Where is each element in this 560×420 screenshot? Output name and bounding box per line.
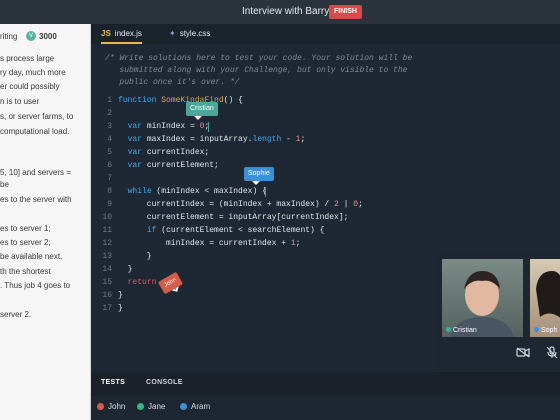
problem-panel: riting V 3000 s process large ry day, mu… bbox=[0, 24, 91, 420]
participant-jane[interactable]: Jane bbox=[137, 402, 165, 411]
problem-text-line: be available next, bbox=[0, 252, 63, 261]
problem-category: riting bbox=[0, 32, 18, 41]
cursor-flag-sophie: Sophie bbox=[244, 167, 274, 185]
window-title: Interview with Barry bbox=[242, 6, 330, 17]
line-number: 7 bbox=[107, 174, 112, 183]
problem-text-line: s, or server farms, to bbox=[0, 112, 74, 121]
camera-off-icon[interactable] bbox=[516, 347, 530, 360]
video-name-label: Cristian bbox=[446, 327, 477, 334]
css-icon: ✦ bbox=[169, 29, 176, 38]
video-tile-cristian[interactable]: Cristian bbox=[442, 259, 523, 337]
problem-text-line: . Thus job 4 goes to bbox=[0, 281, 71, 290]
tab-index-js[interactable]: JS index.js bbox=[101, 24, 142, 44]
tab-label: style.css bbox=[179, 29, 211, 38]
javascript-icon: JS bbox=[101, 29, 111, 38]
problem-text-line: th the shortest bbox=[0, 267, 51, 276]
cursor-flag-cristian: Cristian bbox=[186, 102, 218, 120]
status-dot bbox=[534, 327, 539, 332]
points-icon: V bbox=[26, 31, 36, 41]
line-number: 13 bbox=[102, 252, 112, 261]
line-number: 2 bbox=[107, 109, 112, 118]
text-cursor-john bbox=[175, 280, 176, 290]
line-number: 12 bbox=[102, 239, 112, 248]
problem-text-line: ry day, much more bbox=[0, 68, 66, 77]
problem-text-line: be bbox=[0, 180, 9, 189]
editor-tab-bar: JS index.js ✦ style.css bbox=[91, 24, 560, 44]
line-number: 17 bbox=[102, 304, 112, 313]
participant-john[interactable]: John bbox=[97, 402, 125, 411]
text-cursor-cristian bbox=[208, 122, 209, 132]
status-dot bbox=[180, 403, 187, 410]
line-number: 8 bbox=[107, 187, 112, 196]
tab-console[interactable]: CONSOLE bbox=[146, 379, 183, 386]
line-number: 9 bbox=[107, 200, 112, 209]
problem-text-line: s process large bbox=[0, 54, 55, 63]
problem-points: 3000 bbox=[39, 32, 57, 41]
video-call-panel: Cristian Soph bbox=[434, 252, 560, 370]
tab-label: index.js bbox=[114, 29, 142, 38]
top-bar: Interview with Barry FINISH bbox=[0, 0, 560, 24]
problem-text-line: er could possibly bbox=[0, 82, 60, 91]
text-cursor-sophie bbox=[265, 187, 266, 197]
problem-text-line: es to server 1; bbox=[0, 224, 51, 233]
participant-aram[interactable]: Aram bbox=[180, 402, 210, 411]
line-number: 11 bbox=[102, 226, 112, 235]
participants-bar: John Jane Aram bbox=[91, 396, 560, 420]
video-tile-sophie[interactable]: Soph bbox=[530, 259, 560, 337]
line-number: 1 bbox=[107, 96, 112, 105]
problem-text-line: es to the server with bbox=[0, 195, 72, 204]
mic-off-icon[interactable] bbox=[546, 346, 558, 361]
line-number: 3 bbox=[107, 122, 112, 131]
video-name-label: Soph bbox=[534, 327, 557, 334]
problem-text-line: server 2. bbox=[0, 310, 32, 319]
participant-video-icon bbox=[450, 271, 514, 337]
line-number: 5 bbox=[107, 148, 112, 157]
line-number: 14 bbox=[102, 265, 112, 274]
tab-tests[interactable]: TESTS bbox=[101, 379, 125, 386]
finish-button[interactable]: FINISH bbox=[329, 5, 362, 19]
cursor-flag-john: John bbox=[157, 271, 184, 295]
problem-text-line: 5, 10] and servers = bbox=[0, 168, 71, 177]
status-dot bbox=[97, 403, 104, 410]
participant-video-icon bbox=[536, 271, 560, 318]
problem-text-line: n is to user bbox=[0, 97, 40, 106]
problem-text-line: computational load. bbox=[0, 127, 70, 136]
status-dot bbox=[137, 403, 144, 410]
code-comment: public once it's over. */ bbox=[105, 78, 240, 87]
tab-style-css[interactable]: ✦ style.css bbox=[169, 24, 210, 44]
line-number: 4 bbox=[107, 135, 112, 144]
line-number: 6 bbox=[107, 161, 112, 170]
status-dot bbox=[446, 327, 451, 332]
problem-text-line: es to server 2; bbox=[0, 238, 51, 247]
line-number: 16 bbox=[102, 291, 112, 300]
line-number: 10 bbox=[102, 213, 112, 222]
line-number: 15 bbox=[102, 278, 112, 287]
